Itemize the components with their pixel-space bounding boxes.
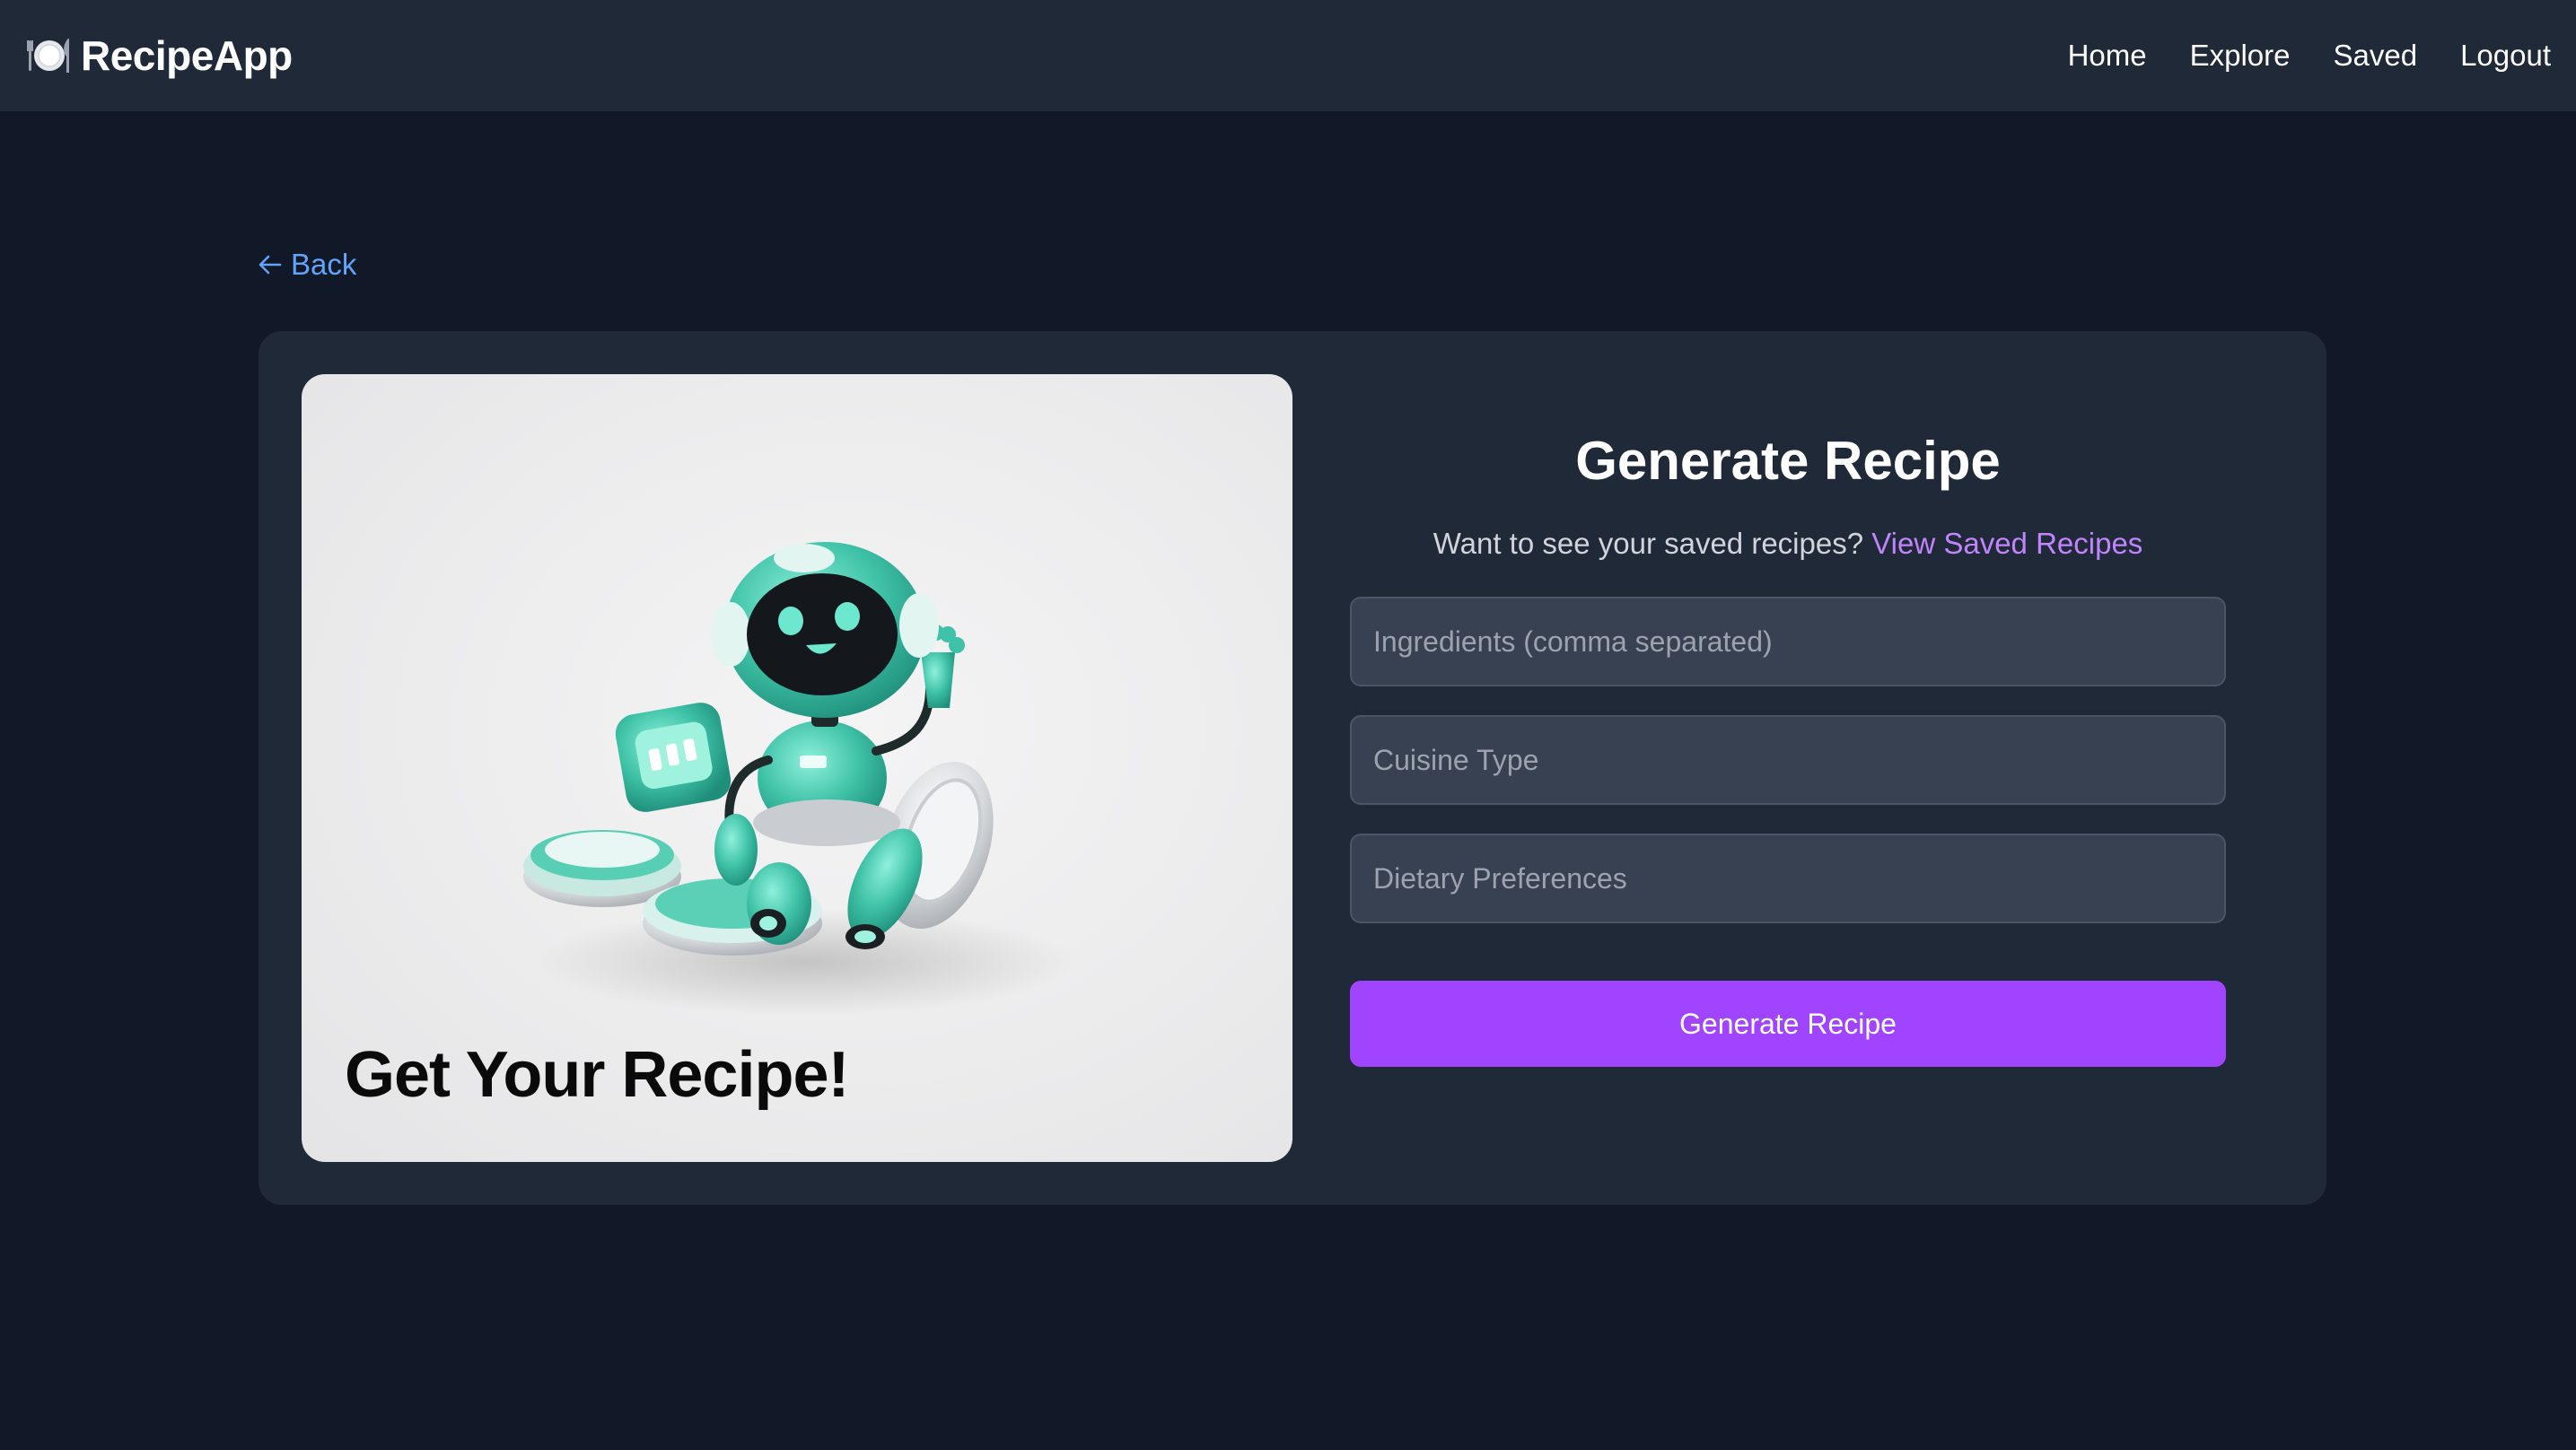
form-subtitle-text: Want to see your saved recipes? <box>1433 527 1864 560</box>
back-label: Back <box>291 248 357 281</box>
nav-link-saved[interactable]: Saved <box>2333 39 2417 73</box>
brand[interactable]: RecipeApp <box>27 31 293 80</box>
plate-cutlery-icon <box>27 39 69 73</box>
nav-link-logout[interactable]: Logout <box>2460 39 2551 73</box>
form-title: Generate Recipe <box>1575 431 2001 491</box>
nav-links: Home Explore Saved Logout <box>2068 39 2551 73</box>
generate-recipe-button[interactable]: Generate Recipe <box>1350 981 2226 1067</box>
dietary-preferences-input[interactable] <box>1350 834 2226 923</box>
recipe-card: Get Your Recipe! Generate Recipe Want to… <box>258 331 2326 1205</box>
ingredients-input[interactable] <box>1350 597 2226 686</box>
cuisine-type-input[interactable] <box>1350 715 2226 805</box>
hero-title: Get Your Recipe! <box>345 1039 849 1111</box>
view-saved-recipes-link[interactable]: View Saved Recipes <box>1871 527 2142 560</box>
arrow-left-icon <box>258 255 282 275</box>
form-subtitle: Want to see your saved recipes? View Sav… <box>1350 527 2226 561</box>
top-navbar: RecipeApp Home Explore Saved Logout <box>0 0 2576 111</box>
nav-link-explore[interactable]: Explore <box>2190 39 2291 73</box>
brand-name: RecipeApp <box>81 32 293 79</box>
hero-panel: Get Your Recipe! <box>302 374 1292 1162</box>
back-link[interactable]: Back <box>257 248 356 282</box>
nav-link-home[interactable]: Home <box>2068 39 2147 73</box>
